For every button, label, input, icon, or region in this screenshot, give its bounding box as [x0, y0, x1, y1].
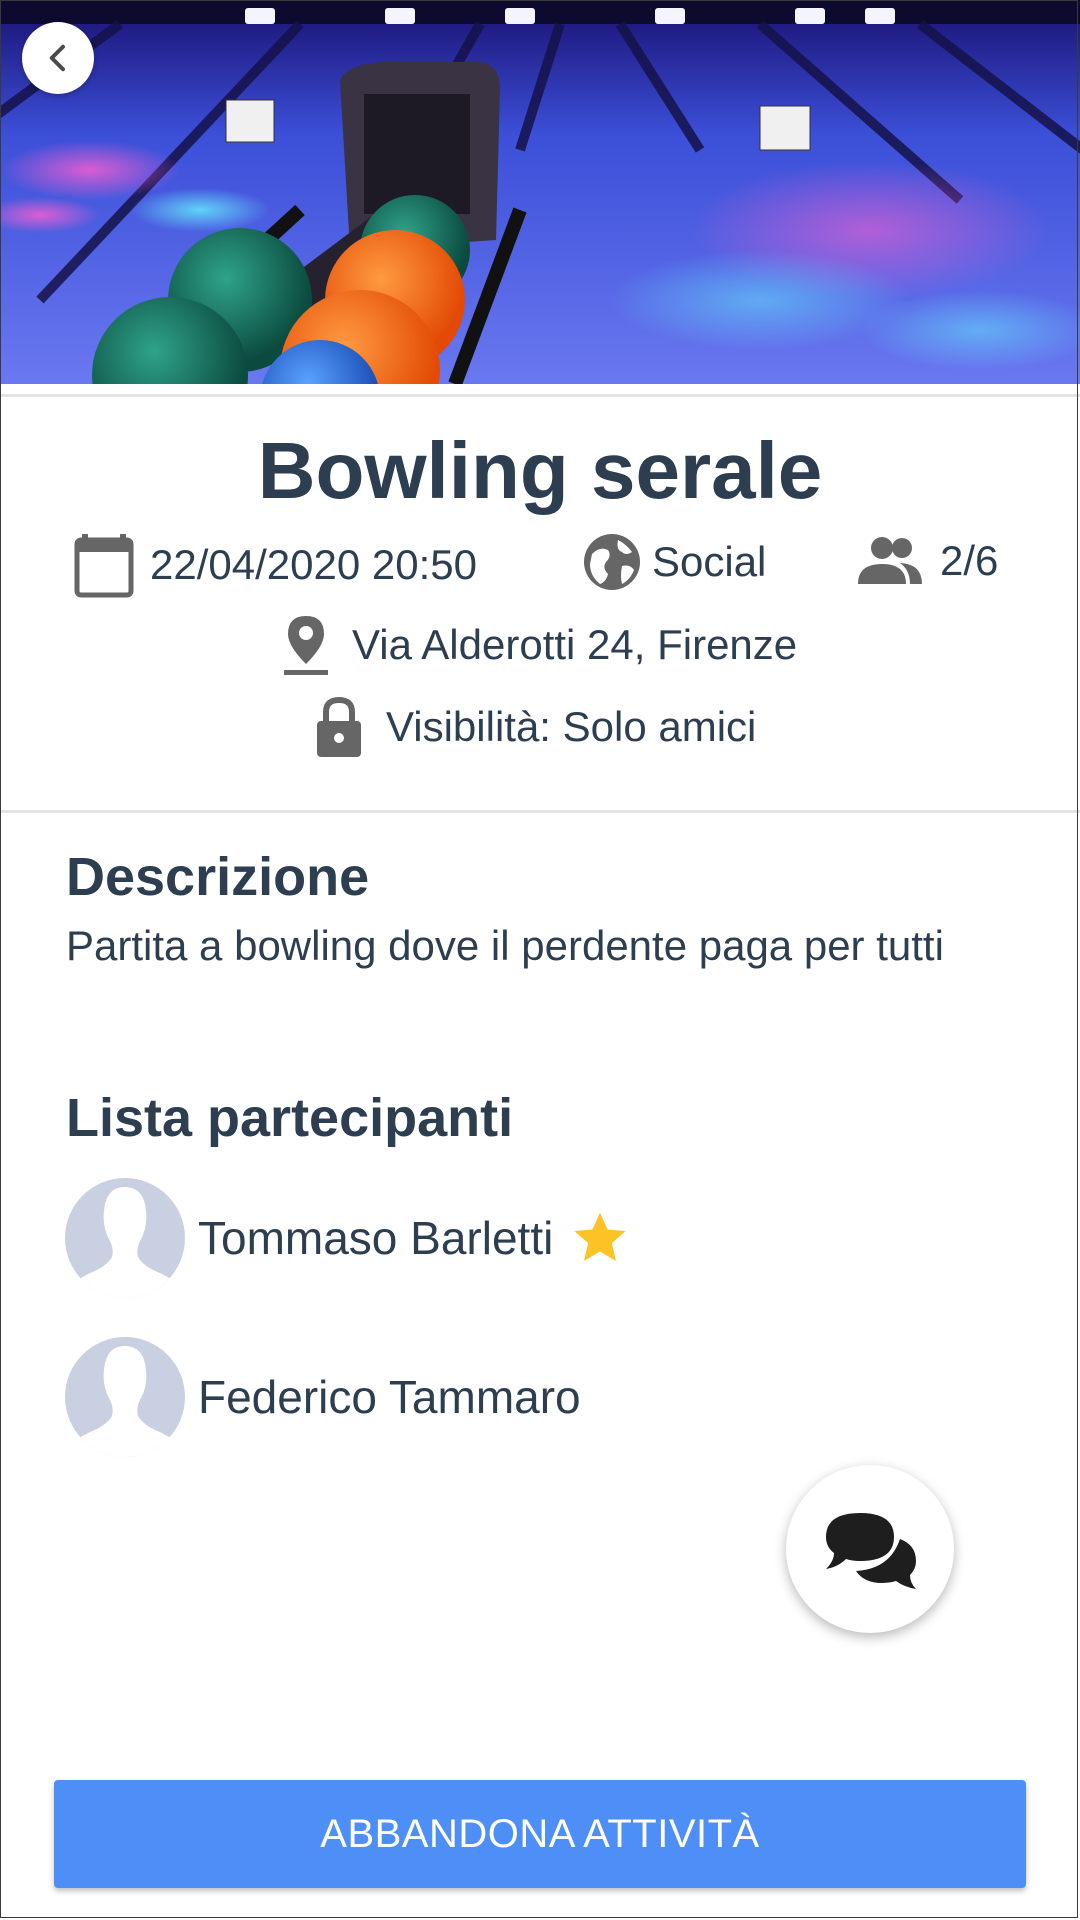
participant-item[interactable]: Tommaso Barletti	[64, 1176, 629, 1300]
chevron-left-icon	[49, 44, 65, 72]
lock-icon	[317, 696, 361, 757]
description-heading: Descrizione	[66, 847, 370, 907]
map-pin-icon	[284, 616, 328, 675]
section-divider	[0, 810, 1080, 813]
participant-item[interactable]: Federico Tammaro	[64, 1335, 581, 1459]
activity-participants-count: 2/6	[856, 536, 998, 586]
calendar-icon	[74, 534, 134, 598]
avatar	[65, 1178, 185, 1298]
activity-title: Bowling serale	[257, 426, 823, 515]
activity-date: 22/04/2020 20:50	[74, 532, 477, 598]
chat-bubbles-icon	[826, 1513, 916, 1589]
activity-location: Via Alderotti 24, Firenze	[282, 614, 797, 676]
hero-divider	[0, 394, 1080, 397]
activity-participants-text: 2/6	[940, 537, 999, 584]
activity-location-text: Via Alderotti 24, Firenze	[352, 621, 798, 668]
activity-visibility-text: Visibilità: Solo amici	[386, 703, 757, 750]
activity-category-text: Social	[652, 538, 767, 585]
star-icon	[574, 1212, 626, 1261]
participant-name: Tommaso Barletti	[198, 1212, 554, 1264]
avatar	[65, 1337, 185, 1457]
people-icon	[858, 537, 922, 584]
hero-image	[0, 0, 1080, 384]
chat-button[interactable]	[786, 1465, 954, 1633]
activity-category: Social	[582, 532, 766, 592]
back-button[interactable]	[22, 22, 94, 94]
participant-name: Federico Tammaro	[198, 1371, 581, 1423]
activity-date-text: 22/04/2020 20:50	[150, 541, 477, 588]
participants-heading: Lista partecipanti	[66, 1088, 514, 1148]
leave-activity-button[interactable]: ABBANDONA ATTIVITÀ	[54, 1780, 1026, 1888]
activity-visibility: Visibilità: Solo amici	[314, 696, 756, 758]
globe-icon	[584, 534, 640, 590]
description-text: Partita a bowling dove il perdente paga …	[66, 922, 944, 969]
